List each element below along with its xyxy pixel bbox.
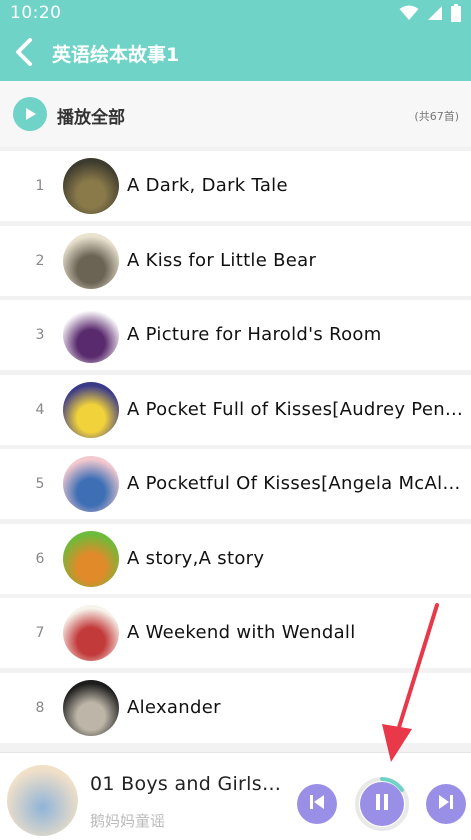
- list-item[interactable]: 3 A Picture for Harold's Room: [0, 300, 471, 370]
- mini-player[interactable]: 01 Boys and Girls Come Out to Play 鹅妈妈童谣: [0, 752, 471, 840]
- pause-icon: [373, 792, 391, 816]
- track-title: A story,A story: [127, 547, 265, 569]
- status-time: 10:20: [10, 3, 62, 23]
- track-index: 7: [35, 625, 45, 641]
- track-title: A Pocketful Of Kisses[Angela McAllister]: [127, 473, 463, 494]
- track-title: A Pocket Full of Kisses[Audrey Penn]: [127, 398, 463, 420]
- skip-next-icon: [436, 792, 456, 816]
- skip-previous-icon: [307, 792, 327, 816]
- track-index: 2: [35, 252, 45, 269]
- list-item[interactable]: 7 A Weekend with Wendall: [0, 598, 471, 668]
- now-playing-title: 01 Boys and Girls Come Out to Play: [90, 773, 286, 795]
- track-count: (共67首): [414, 110, 459, 123]
- track-cover: [63, 232, 119, 289]
- play-all-label: 播放全部: [57, 108, 125, 128]
- track-cover: [63, 158, 119, 214]
- list-item[interactable]: 1 A Dark, Dark Tale: [0, 151, 471, 221]
- track-cover: [63, 456, 119, 512]
- play-icon: [13, 97, 47, 131]
- now-playing-album: 鹅妈妈童谣: [90, 812, 166, 830]
- track-title: A Kiss for Little Bear: [127, 249, 317, 271]
- track-index: 8: [35, 699, 45, 716]
- battery-icon: [451, 4, 461, 26]
- title-bar: 英语绘本故事1: [0, 26, 471, 81]
- list-item[interactable]: 4 A Pocket Full of Kisses[Audrey Penn]: [0, 374, 471, 445]
- player-cover: [7, 765, 78, 836]
- track-title: Alexander: [127, 696, 221, 718]
- track-index: 6: [35, 550, 45, 567]
- chevron-left-icon: [14, 38, 34, 70]
- list-item[interactable]: 5 A Pocketful Of Kisses[Angela McAlliste…: [0, 449, 471, 519]
- track-cover: [63, 307, 119, 363]
- list-item[interactable]: 2 A Kiss for Little Bear: [0, 225, 471, 296]
- next-button[interactable]: [426, 784, 466, 824]
- status-bar: 10:20: [0, 0, 471, 26]
- track-cover: [63, 679, 119, 736]
- play-all-button[interactable]: 播放全部 (共67首): [0, 81, 471, 147]
- back-button[interactable]: [8, 38, 40, 70]
- pause-button[interactable]: [360, 782, 404, 826]
- track-index: 5: [35, 476, 45, 492]
- track-list: 1 A Dark, Dark Tale 2 A Kiss for Little …: [0, 151, 471, 747]
- previous-button[interactable]: [297, 784, 337, 824]
- list-item[interactable]: 6 A story,A story: [0, 523, 471, 594]
- track-title: A Picture for Harold's Room: [127, 324, 382, 345]
- track-index: 1: [35, 178, 45, 194]
- track-cover: [63, 381, 119, 438]
- track-index: 4: [35, 401, 45, 418]
- app-header: 10:20 英语绘本故事1: [0, 0, 471, 81]
- wifi-icon: [399, 5, 419, 25]
- track-title: A Weekend with Wendall: [127, 622, 356, 643]
- track-index: 3: [35, 327, 45, 343]
- track-cover: [63, 605, 119, 661]
- page-title: 英语绘本故事1: [52, 44, 180, 66]
- list-item[interactable]: 8 Alexander: [0, 672, 471, 743]
- signal-icon: [427, 5, 443, 25]
- track-title: A Dark, Dark Tale: [127, 175, 288, 196]
- track-cover: [63, 530, 119, 587]
